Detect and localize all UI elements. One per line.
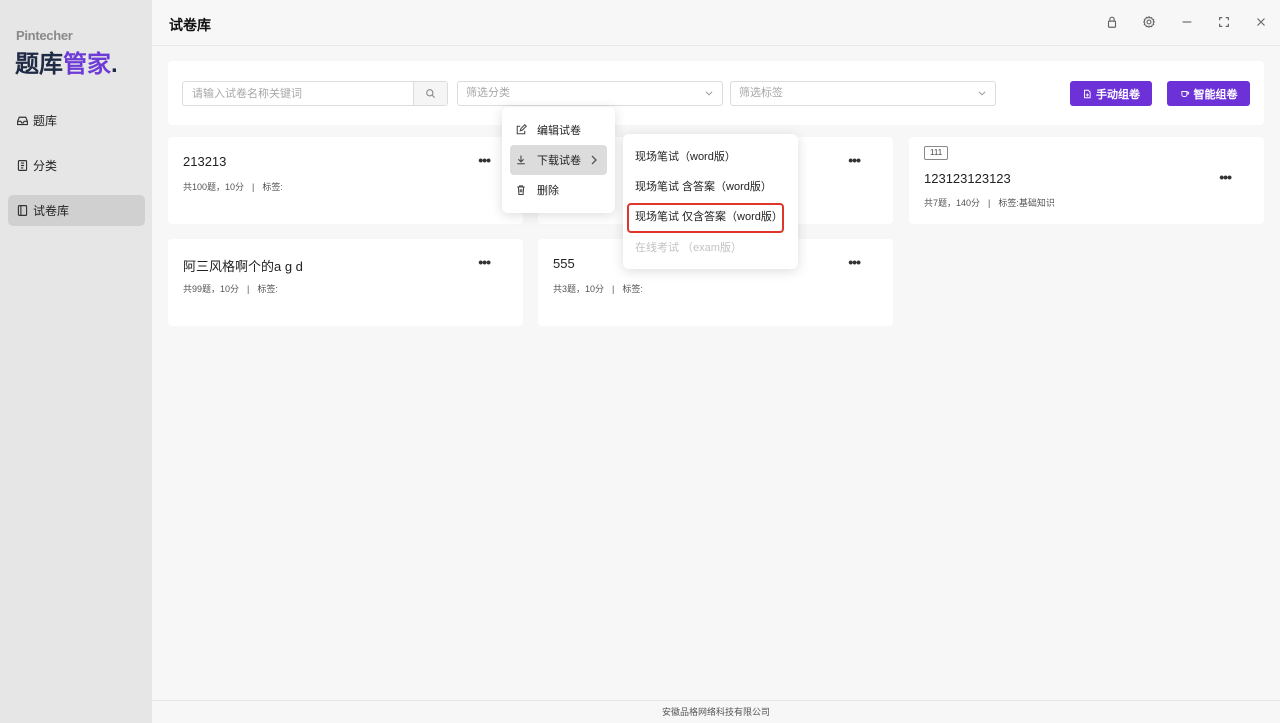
paper-card[interactable]: 213213 共100题，10分 | 标签: ••• <box>168 137 523 224</box>
brand-dot: . <box>111 51 118 78</box>
paper-title: 555 <box>553 256 575 271</box>
sidebar-item-label: 分类 <box>33 159 58 173</box>
brand-prefix: 题库 <box>15 51 63 78</box>
minimize-button[interactable] <box>1180 15 1194 29</box>
sidebar-item-label: 试卷库 <box>33 204 70 218</box>
paper-card[interactable]: 111 123123123123 共7题，140分 | 标签:基础知识 ••• <box>909 137 1264 224</box>
meta-separator: | <box>252 182 255 192</box>
menu-item-label: 下载试卷 <box>537 155 581 167</box>
search-input[interactable] <box>183 82 413 105</box>
menu-item-label: 编辑试卷 <box>537 125 581 137</box>
sidebar-item-category[interactable]: 分类 <box>8 150 145 181</box>
edit-icon <box>516 124 527 135</box>
brand-accent: 管家 <box>63 51 111 78</box>
menu-item-delete[interactable]: 删除 <box>510 175 607 205</box>
tag-filter-placeholder: 筛选标签 <box>739 87 783 99</box>
cup-icon <box>1180 90 1189 97</box>
submenu-item-written-exam[interactable]: 现场笔试（word版） <box>628 143 736 169</box>
close-button[interactable] <box>1254 15 1268 29</box>
more-options-button[interactable]: ••• <box>848 254 861 270</box>
paper-meta: 共100题，10分 | 标签: <box>183 180 283 193</box>
manual-compose-button[interactable]: 手动组卷 <box>1070 81 1152 106</box>
sidebar: Pintecher 题库管家. 题库 分类 试卷库 <box>0 0 152 723</box>
submenu-item-written-exam-answers-only[interactable]: 现场笔试 仅含答案（word版） <box>628 203 783 229</box>
title-bar: 试卷库 <box>152 0 1280 46</box>
filter-toolbar: 筛选分类 筛选标签 手动组卷 智能组卷 <box>168 61 1264 125</box>
smart-compose-button[interactable]: 智能组卷 <box>1167 81 1250 106</box>
meta-separator: | <box>247 284 250 294</box>
paper-meta: 共7题，140分 | 标签:基础知识 <box>924 196 1055 209</box>
footer: 安徽品格网络科技有限公司 <box>152 700 1280 723</box>
download-icon <box>517 155 525 165</box>
book-icon <box>17 160 28 171</box>
search-button[interactable] <box>413 82 447 105</box>
chevron-down-icon <box>978 91 986 96</box>
sidebar-item-paper-library[interactable]: 试卷库 <box>8 195 145 226</box>
paper-count: 共7题，140分 <box>924 198 981 208</box>
chevron-right-icon <box>591 155 597 165</box>
more-options-button[interactable]: ••• <box>848 152 861 168</box>
category-filter-placeholder: 筛选分类 <box>466 87 510 99</box>
paper-count: 共99题，10分 <box>183 284 240 294</box>
more-options-button[interactable]: ••• <box>478 152 491 168</box>
paper-card[interactable]: 阿三风格啊个的a g d 共99题，10分 | 标签: ••• <box>168 239 523 326</box>
more-options-button[interactable]: ••• <box>478 254 491 270</box>
paper-tags-label: 标签: <box>622 284 643 294</box>
paper-badge: 111 <box>924 146 949 160</box>
close-icon <box>1257 18 1265 26</box>
file-add-icon <box>1084 89 1091 98</box>
submenu-item-online-exam: 在线考试 （exam版） <box>635 242 742 254</box>
meta-separator: | <box>988 198 991 208</box>
trash-icon <box>517 185 525 196</box>
category-filter-select[interactable]: 筛选分类 <box>457 81 723 106</box>
download-submenu: 现场笔试（word版） 现场笔试 含答案（word版） 现场笔试 仅含答案（wo… <box>623 134 798 269</box>
context-menu: 编辑试卷 下载试卷 删除 <box>502 107 615 213</box>
paper-count: 共100题，10分 <box>183 182 245 192</box>
paper-title: 123123123123 <box>924 171 1011 186</box>
sidebar-item-question-bank[interactable]: 题库 <box>8 105 145 136</box>
menu-item-edit-paper[interactable]: 编辑试卷 <box>510 115 607 145</box>
meta-separator: | <box>612 284 615 294</box>
more-options-button[interactable]: ••• <box>1219 169 1232 185</box>
paper-tags-label: 标签: <box>257 284 278 294</box>
paper-tags: 基础知识 <box>1018 198 1055 208</box>
minimize-icon <box>1182 21 1192 23</box>
sidebar-item-label: 题库 <box>33 114 58 128</box>
brand-subtitle: Pintecher <box>16 28 73 43</box>
main-area: 试卷库 筛选分类 筛选标签 <box>152 0 1280 723</box>
chevron-down-icon <box>705 91 713 96</box>
menu-item-label: 删除 <box>537 185 559 197</box>
settings-icon <box>1142 15 1156 29</box>
paper-count: 共3题，10分 <box>553 284 605 294</box>
paper-tags-label: 标签: <box>262 182 283 192</box>
smart-compose-label: 智能组卷 <box>1193 88 1238 101</box>
submenu-item-written-exam-with-answers[interactable]: 现场笔试 含答案（word版） <box>628 173 772 199</box>
fullscreen-icon <box>1219 17 1229 27</box>
menu-item-download-paper[interactable]: 下载试卷 <box>510 145 607 175</box>
paper-meta: 共99题，10分 | 标签: <box>183 282 278 295</box>
tag-filter-select[interactable]: 筛选标签 <box>730 81 996 106</box>
fullscreen-button[interactable] <box>1217 15 1231 29</box>
settings-button[interactable] <box>1142 15 1156 29</box>
brand-logo: 题库管家. <box>15 44 118 79</box>
paper-meta: 共3题，10分 | 标签: <box>553 282 643 295</box>
manual-compose-label: 手动组卷 <box>1096 88 1140 101</box>
search-box <box>182 81 448 106</box>
paper-title: 阿三风格啊个的a g d <box>183 259 303 274</box>
search-icon <box>426 89 436 99</box>
notebook-icon <box>17 205 28 216</box>
inbox-icon <box>17 116 28 126</box>
lock-button[interactable] <box>1105 15 1119 29</box>
paper-title: 213213 <box>183 154 227 169</box>
lock-icon <box>1107 16 1117 28</box>
paper-tags-label: 标签: <box>998 198 1019 208</box>
page-title: 试卷库 <box>169 17 211 33</box>
